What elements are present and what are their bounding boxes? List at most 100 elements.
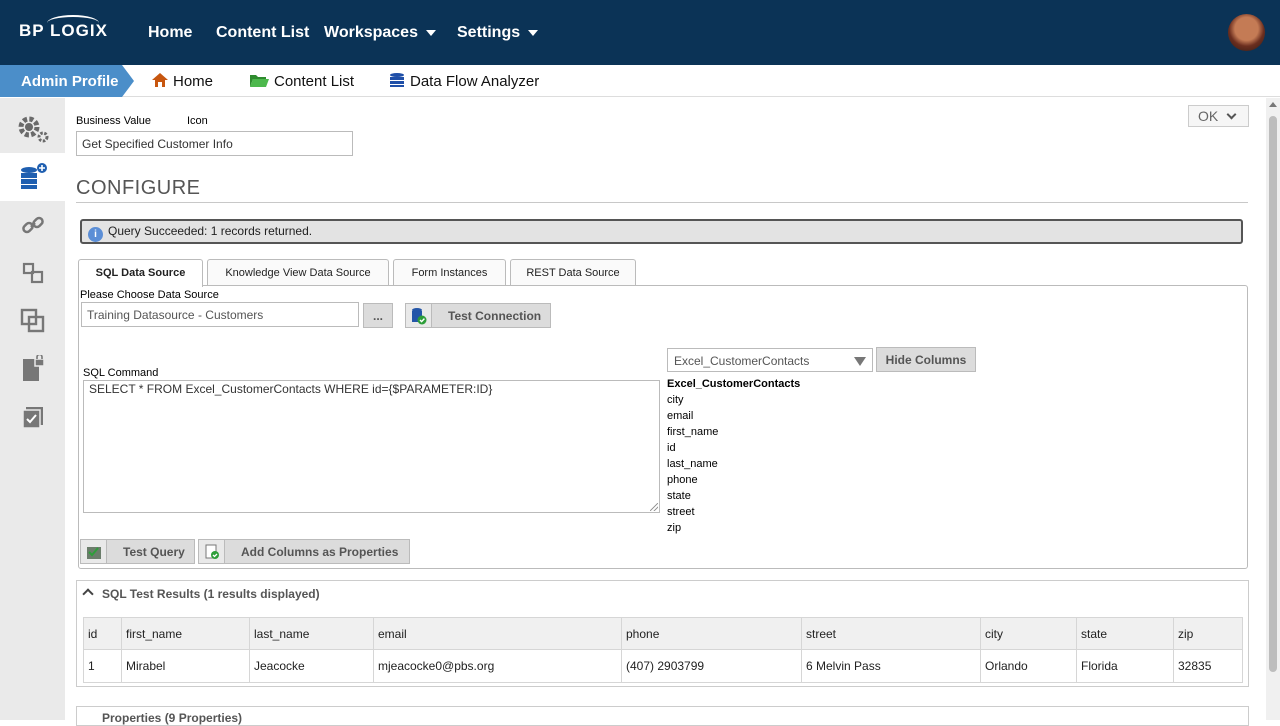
breadcrumb-arrow — [122, 65, 134, 97]
top-navbar: BP LOGIX Home Content List Workspaces Se… — [0, 0, 1280, 65]
table-cell: 1 — [83, 649, 122, 683]
divider — [76, 202, 1248, 203]
column-header: state — [1076, 617, 1174, 650]
database-add-icon — [20, 163, 47, 189]
nav-settings[interactable]: Settings — [457, 24, 539, 42]
chevron-down-icon — [1226, 109, 1237, 120]
home-icon — [152, 73, 168, 87]
table-select[interactable]: Excel_CustomerContacts — [667, 348, 873, 372]
sidebar-item-tasks[interactable] — [0, 393, 65, 441]
section-title: CONFIGURE — [76, 177, 201, 199]
table-row[interactable]: 1 Mirabel Jeacocke mjeacocke0@pbs.org (4… — [83, 649, 1243, 683]
table-cell: Jeacocke — [249, 649, 374, 683]
table-cell: Mirabel — [121, 649, 250, 683]
breadcrumb-data-flow-analyzer[interactable]: Data Flow Analyzer — [389, 73, 539, 90]
column-header: city — [980, 617, 1077, 650]
sidebar-item-mapping[interactable] — [0, 249, 65, 297]
business-value-field[interactable]: Get Specified Customer Info — [76, 131, 353, 156]
query-status-alert: i Query Succeeded: 1 records returned. — [80, 219, 1243, 244]
ok-button[interactable]: OK — [1188, 105, 1249, 127]
nav-home[interactable]: Home — [148, 24, 192, 42]
sql-command-textarea[interactable]: SELECT * FROM Excel_CustomerContacts WHE… — [83, 380, 660, 513]
tab-form-instances[interactable]: Form Instances — [393, 259, 506, 286]
sql-command-text: SELECT * FROM Excel_CustomerContacts WHE… — [89, 382, 493, 396]
database-check-icon — [406, 304, 432, 327]
gears-icon — [18, 116, 48, 143]
properties-panel — [76, 706, 1249, 726]
column-item[interactable]: city — [667, 392, 800, 408]
sidebar-item-permissions[interactable] — [0, 345, 65, 393]
vertical-scrollbar[interactable] — [1266, 98, 1280, 720]
sidebar-item-data-source[interactable] — [0, 153, 65, 201]
column-item[interactable]: state — [667, 488, 800, 504]
column-header: zip — [1173, 617, 1243, 650]
table-select-value: Excel_CustomerContacts — [674, 354, 810, 368]
add-columns-as-properties-button[interactable]: Add Columns as Properties — [198, 539, 410, 564]
sql-command-label: SQL Command — [83, 367, 159, 379]
test-connection-button[interactable]: Test Connection — [405, 303, 551, 328]
hide-columns-button[interactable]: Hide Columns — [876, 347, 976, 372]
column-item[interactable]: street — [667, 504, 800, 520]
datasource-label: Please Choose Data Source — [80, 289, 219, 301]
info-icon: i — [88, 227, 103, 242]
checklist-icon — [21, 407, 43, 429]
link-icon — [21, 216, 44, 234]
mapping-icon — [22, 262, 43, 284]
column-header: first_name — [121, 617, 250, 650]
breadcrumb-home[interactable]: Home — [152, 73, 213, 90]
tab-sql-data-source[interactable]: SQL Data Source — [78, 259, 203, 287]
table-header-row: id first_name last_name email phone stre… — [83, 617, 1243, 650]
sidebar-item-settings[interactable] — [0, 105, 65, 153]
business-value-label: Business Value — [76, 115, 152, 127]
nav-workspaces[interactable]: Workspaces — [324, 24, 436, 42]
columns-table-name: Excel_CustomerContacts — [667, 378, 801, 390]
results-table: id first_name last_name email phone stre… — [83, 617, 1243, 683]
table-cell: 32835 — [1173, 649, 1243, 683]
folder-icon — [250, 75, 269, 87]
locked-document-icon — [22, 355, 45, 381]
column-item[interactable]: zip — [667, 520, 800, 536]
nav-content-list[interactable]: Content List — [216, 24, 309, 42]
sidebar-item-copy[interactable] — [0, 297, 65, 345]
results-title[interactable]: SQL Test Results (1 results displayed) — [102, 587, 320, 601]
breadcrumb-admin-profile[interactable]: Admin Profile — [0, 65, 122, 97]
sidebar-item-links[interactable] — [0, 201, 65, 249]
tab-rest-data-source[interactable]: REST Data Source — [510, 259, 636, 286]
tab-knowledge-view-data-source[interactable]: Knowledge View Data Source — [207, 259, 389, 286]
database-icon — [390, 73, 404, 87]
column-header: email — [373, 617, 622, 650]
properties-title[interactable]: Properties (9 Properties) — [102, 711, 242, 725]
browse-datasource-button[interactable]: ... — [363, 303, 393, 328]
test-connection-label: Test Connection — [448, 308, 542, 323]
bp-logix-logo[interactable]: BP LOGIX — [19, 15, 108, 41]
dropdown-arrow-icon — [854, 357, 866, 366]
columns-list: Excel_CustomerContacts city email first_… — [667, 376, 800, 536]
scrollbar-thumb[interactable] — [1269, 116, 1277, 672]
column-item[interactable]: email — [667, 408, 800, 424]
table-cell: mjeacocke0@pbs.org — [373, 649, 622, 683]
column-item[interactable]: last_name — [667, 456, 800, 472]
test-query-label: Test Query — [123, 544, 185, 559]
table-cell: 6 Melvin Pass — [801, 649, 981, 683]
column-item[interactable]: first_name — [667, 424, 800, 440]
breadcrumb: Admin Profile Home Content List Data Flo… — [0, 65, 1280, 97]
datasource-field[interactable]: Training Datasource - Customers — [81, 302, 359, 327]
column-header: street — [801, 617, 981, 650]
resize-grip-icon[interactable] — [650, 503, 658, 511]
add-columns-icon — [199, 540, 225, 563]
column-header: phone — [621, 617, 802, 650]
test-query-button[interactable]: Test Query — [80, 539, 195, 564]
column-item[interactable]: phone — [667, 472, 800, 488]
chevron-down-icon — [425, 29, 436, 36]
avatar[interactable] — [1228, 14, 1265, 51]
scroll-up-icon[interactable] — [1269, 102, 1277, 107]
add-columns-label: Add Columns as Properties — [241, 544, 399, 559]
table-cell: (407) 2903799 — [621, 649, 802, 683]
table-cell: Orlando — [980, 649, 1077, 683]
column-item[interactable]: id — [667, 440, 800, 456]
breadcrumb-content-list[interactable]: Content List — [250, 73, 354, 90]
alert-text: Query Succeeded: 1 records returned. — [108, 224, 313, 238]
column-header: last_name — [249, 617, 374, 650]
chevron-down-icon — [528, 29, 539, 36]
sql-check-icon — [81, 540, 107, 563]
